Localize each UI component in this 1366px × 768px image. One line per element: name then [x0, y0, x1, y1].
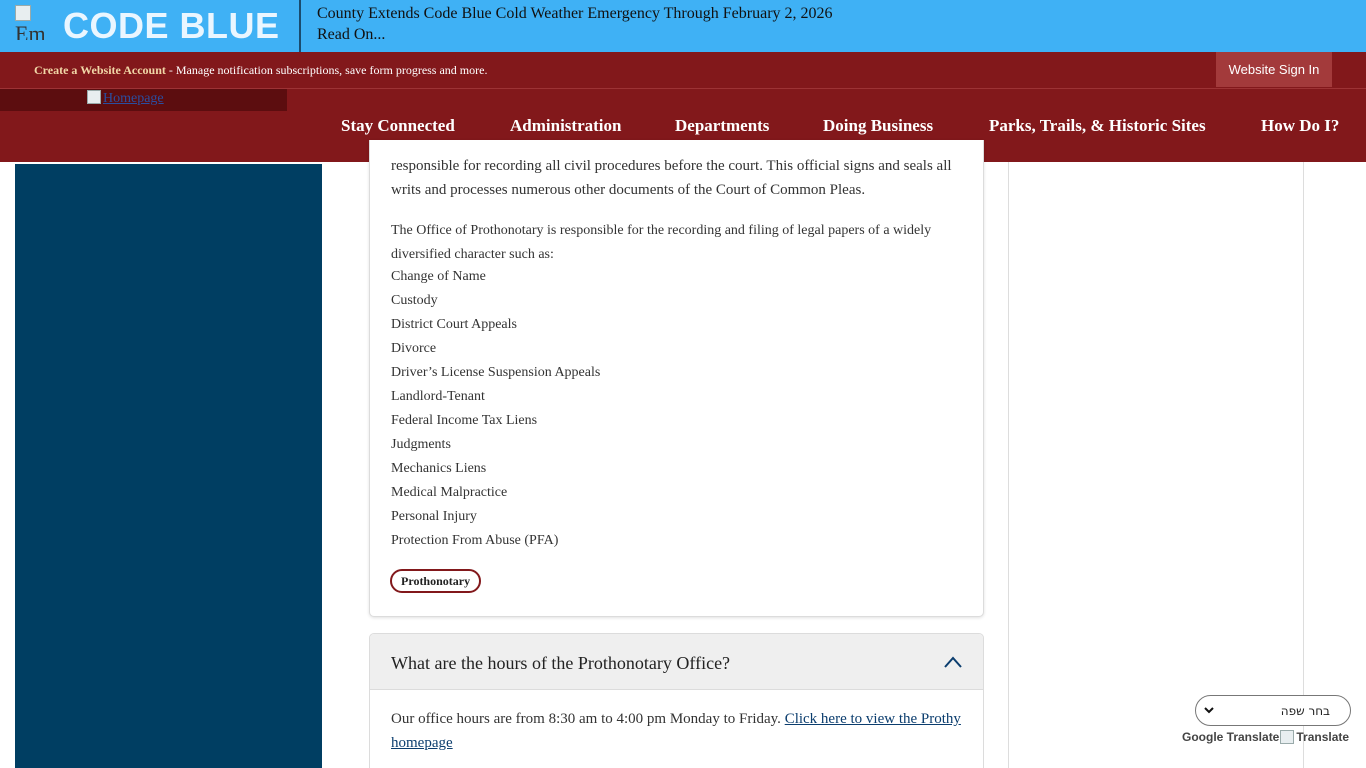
right-column	[1008, 162, 1304, 768]
list-item: Change of Name	[391, 269, 486, 284]
nav-parks-trails-historic-sites[interactable]: Parks, Trails, & Historic Sites	[989, 116, 1206, 136]
list-item: Judgments	[391, 437, 451, 452]
alert-message[interactable]: County Extends Code Blue Cold Weather Em…	[317, 3, 833, 45]
alert-headline[interactable]: County Extends Code Blue Cold Weather Em…	[317, 3, 833, 24]
nav-stay-connected[interactable]: Stay Connected	[341, 116, 455, 136]
broken-image-icon	[15, 5, 31, 21]
alert-read-on-link[interactable]: Read On...	[317, 24, 833, 45]
list-item: Landlord-Tenant	[391, 389, 485, 404]
list-item: Mechanics Liens	[391, 461, 487, 476]
website-sign-in-button[interactable]: Website Sign In	[1216, 52, 1332, 87]
language-select-label: בחר שפה	[1280, 704, 1330, 718]
prothonotary-description: The Office of Prothonotary is responsibl…	[391, 223, 932, 262]
homepage-logo-link[interactable]: Homepage	[87, 90, 164, 107]
google-translate-credit[interactable]: Google Translate Translate	[1182, 730, 1349, 744]
google-logo-icon	[1280, 730, 1295, 744]
google-translate-label: Google Translate	[1182, 730, 1280, 744]
list-item: District Court Appeals	[391, 317, 517, 332]
list-item: Custody	[391, 293, 438, 308]
code-blue-alert-bar: Em CODE BLUE County Extends Code Blue Co…	[0, 0, 1366, 52]
nav-departments[interactable]: Departments	[675, 116, 769, 136]
alert-image: Em	[15, 4, 55, 40]
nav-how-do-i[interactable]: How Do I?	[1261, 116, 1339, 136]
list-item: Federal Income Tax Liens	[391, 413, 538, 428]
translate-label: Translate	[1296, 730, 1350, 744]
nav-doing-business[interactable]: Doing Business	[823, 116, 933, 136]
alert-divider	[299, 0, 301, 52]
content-card: responsible for recording all civil proc…	[369, 140, 984, 617]
alert-title: CODE BLUE	[63, 5, 280, 46]
list-item: Divorce	[391, 341, 437, 356]
broken-image-icon	[87, 90, 101, 104]
list-item: Protection From Abuse (PFA)	[391, 533, 559, 548]
faq-answer-text: Our office hours are from 8:30 am to 4:0…	[391, 711, 785, 727]
account-description: - Manage notification subscriptions, sav…	[165, 63, 488, 77]
nav-administration[interactable]: Administration	[510, 116, 621, 136]
faq-item-hours: What are the hours of the Prothonotary O…	[369, 633, 984, 768]
case-types-list: Change of Name Custody District Court Ap…	[391, 265, 600, 553]
account-message: Create a Website Account - Manage notifi…	[34, 63, 487, 78]
list-item: Medical Malpractice	[391, 485, 508, 500]
list-item: Personal Injury	[391, 509, 477, 524]
prothonotary-intro: responsible for recording all civil proc…	[391, 158, 952, 198]
create-account-link[interactable]: Create a Website Account	[34, 63, 166, 77]
prothonotary-tag[interactable]: Prothonotary	[390, 569, 482, 593]
account-bar: Create a Website Account - Manage notifi…	[0, 52, 1366, 88]
faq-answer: Our office hours are from 8:30 am to 4:0…	[391, 707, 966, 755]
alert-image-alt: Em	[15, 21, 46, 41]
language-select[interactable]: בחר שפה	[1195, 695, 1351, 726]
logo-alt-text: Homepage	[103, 91, 164, 106]
list-item: Driver’s License Suspension Appeals	[391, 365, 601, 380]
faq-question[interactable]: What are the hours of the Prothonotary O…	[391, 653, 730, 674]
chevron-up-icon[interactable]	[944, 656, 962, 668]
chevron-down-icon	[1204, 707, 1214, 714]
faq-question-header[interactable]: What are the hours of the Prothonotary O…	[370, 634, 983, 690]
left-sidebar	[15, 164, 322, 768]
